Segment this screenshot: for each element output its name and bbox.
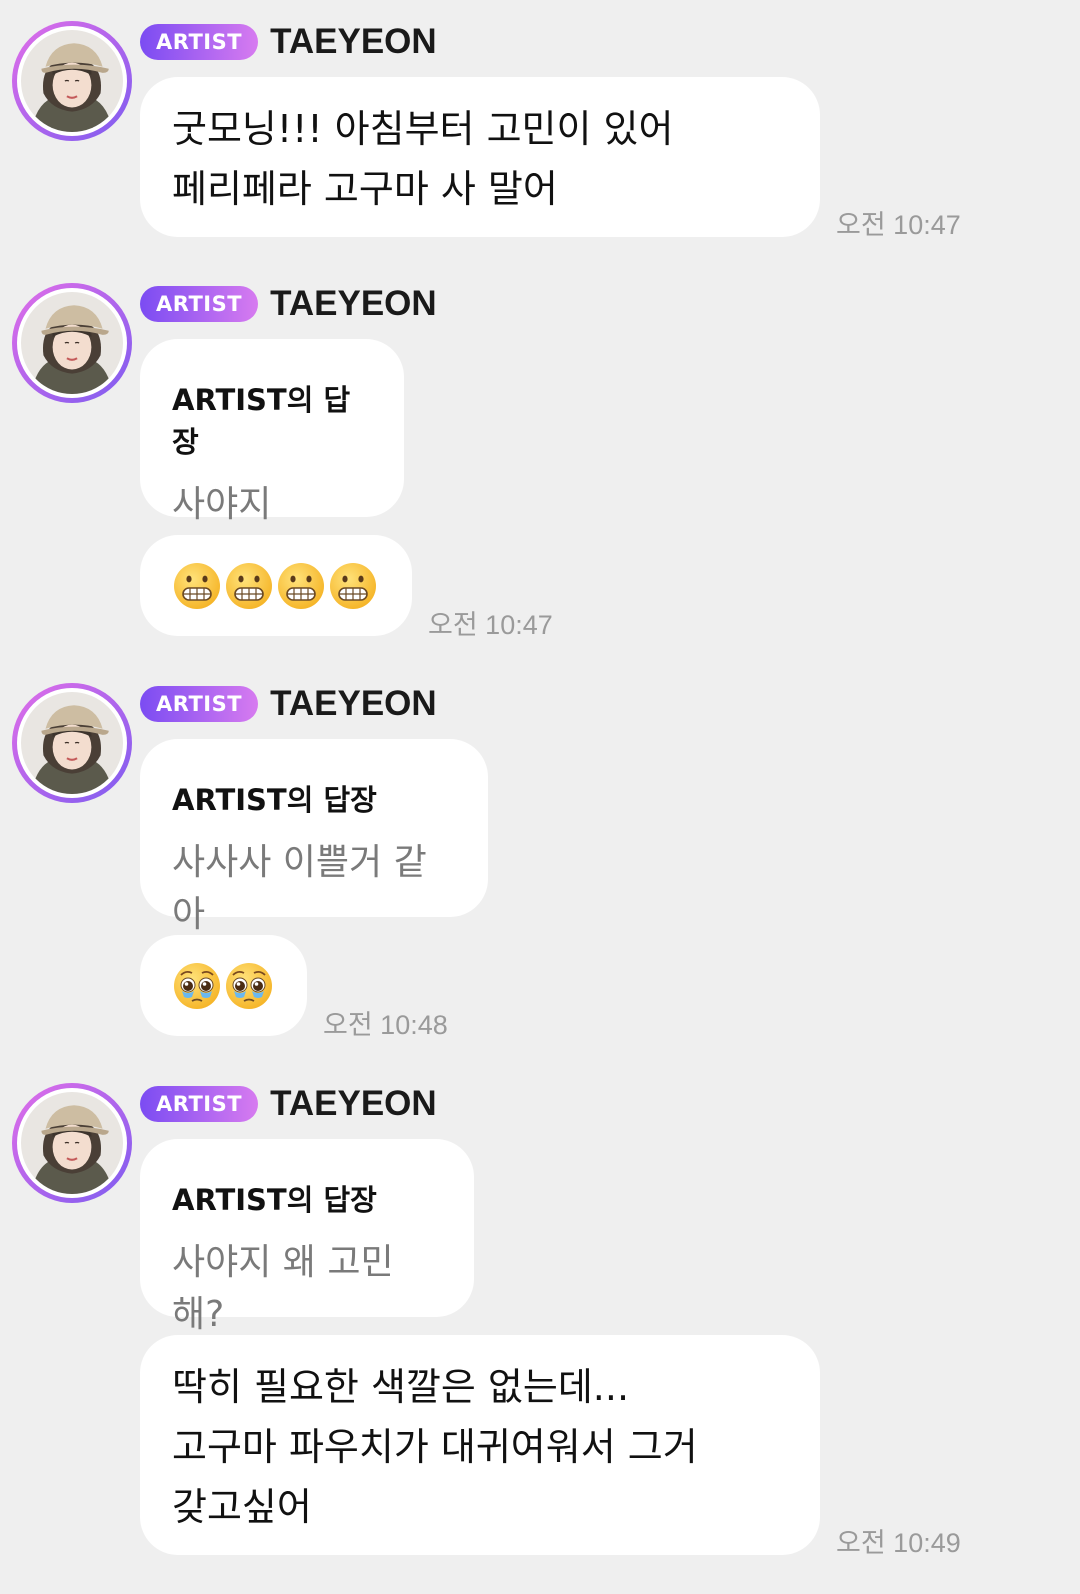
avatar-frame — [17, 688, 127, 798]
avatar[interactable] — [12, 683, 132, 803]
avatar[interactable] — [12, 21, 132, 141]
message-bubble[interactable]: 굿모닝!!! 아침부터 고민이 있어 페리페라 고구마 사 말어 — [140, 77, 820, 237]
reply-title: ARTIST의 답장 — [172, 783, 377, 817]
grimacing-face-icon — [172, 561, 222, 611]
message-text: 딱히 필요한 색깔은 없는데... 고구마 파우치가 대귀여워서 그거 갖고싶어 — [172, 1365, 698, 1529]
reply-title: ARTIST의 답장 — [172, 383, 351, 459]
artist-badge: ARTIST — [140, 1086, 259, 1122]
reply-bubble[interactable]: ARTIST의 답장 사사사 이쁠거 같아 — [140, 739, 488, 935]
grimacing-face-icon — [276, 561, 326, 611]
grimacing-face-icon — [224, 561, 274, 611]
reply-bubble[interactable]: ARTIST의 답장 사야지 — [140, 339, 404, 525]
emoji-row — [172, 561, 378, 611]
message-text: 굿모닝!!! 아침부터 고민이 있어 페리페라 고구마 사 말어 — [172, 107, 674, 211]
artist-badge: ARTIST — [140, 24, 259, 60]
avatar-frame — [17, 288, 127, 398]
sender-row: ARTIST TAEYEON — [140, 1084, 437, 1124]
emoji-bubble[interactable] — [140, 535, 412, 636]
avatar-photo — [21, 1092, 123, 1194]
grimacing-face-icon — [328, 561, 378, 611]
avatar-photo — [21, 30, 123, 132]
sender-name[interactable]: TAEYEON — [270, 284, 437, 324]
artist-badge: ARTIST — [140, 286, 259, 322]
avatar[interactable] — [12, 283, 132, 403]
avatar-photo — [21, 292, 123, 394]
sender-row: ARTIST TAEYEON — [140, 684, 437, 724]
avatar[interactable] — [12, 1083, 132, 1203]
emoji-bubble[interactable] — [140, 935, 307, 1036]
pleading-face-icon — [172, 961, 222, 1011]
reply-text: 사사사 이쁠거 같아 — [172, 842, 427, 935]
reply-title: ARTIST의 답장 — [172, 1183, 377, 1217]
avatar-photo — [21, 692, 123, 794]
message-time: 오전 10:48 — [323, 1010, 448, 1040]
sender-name[interactable]: TAEYEON — [270, 1084, 437, 1124]
avatar-frame — [17, 1088, 127, 1198]
reply-bubble[interactable]: ARTIST의 답장 사야지 왜 고민해? — [140, 1139, 474, 1335]
emoji-row — [172, 961, 274, 1011]
reply-text: 사야지 — [172, 484, 272, 525]
message-time: 오전 10:47 — [428, 610, 553, 640]
sender-row: ARTIST TAEYEON — [140, 284, 437, 324]
pleading-face-icon — [224, 961, 274, 1011]
reply-text: 사야지 왜 고민해? — [172, 1242, 394, 1335]
message-time: 오전 10:49 — [836, 1528, 961, 1558]
avatar-frame — [17, 26, 127, 136]
artist-badge: ARTIST — [140, 686, 259, 722]
sender-name[interactable]: TAEYEON — [270, 684, 437, 724]
message-bubble[interactable]: 딱히 필요한 색깔은 없는데... 고구마 파우치가 대귀여워서 그거 갖고싶어 — [140, 1335, 820, 1555]
sender-row: ARTIST TAEYEON — [140, 22, 437, 62]
message-time: 오전 10:47 — [836, 210, 961, 240]
sender-name[interactable]: TAEYEON — [270, 22, 437, 62]
